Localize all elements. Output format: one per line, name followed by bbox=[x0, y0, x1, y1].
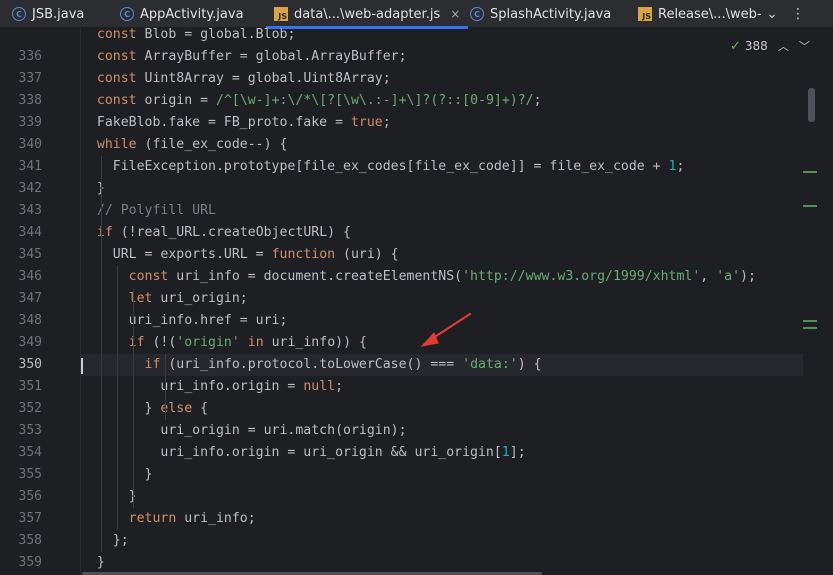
tab-label: JSB.java bbox=[32, 6, 85, 22]
code-line[interactable]: }; bbox=[81, 530, 803, 552]
tab-appactivity-java[interactable]: C AppActivity.java bbox=[120, 0, 244, 28]
code-line[interactable]: } bbox=[81, 464, 803, 486]
code-line[interactable]: if (!('origin' in uri_info)) { bbox=[81, 332, 803, 354]
tab-label: SplashActivity.java bbox=[490, 6, 612, 22]
tab-label: AppActivity.java bbox=[140, 6, 244, 22]
line-number: 356 bbox=[18, 489, 42, 504]
line-number-gutter[interactable]: 336 337 338 339 340 341 342 343 344 345 346 347 348 3… bbox=[0, 28, 80, 575]
line-number: 346 bbox=[18, 269, 42, 284]
code-line[interactable]: const Uint8Array = global.Uint8Array; bbox=[81, 68, 803, 90]
line-number: 342 bbox=[18, 181, 42, 196]
tab-web-adapter-js[interactable]: JS data\...\web-adapter.js × bbox=[265, 0, 469, 29]
line-number: 349 bbox=[18, 335, 42, 350]
code-line[interactable]: let uri_origin; bbox=[81, 288, 803, 310]
code-line[interactable]: const uri_info = document.createElementN… bbox=[81, 266, 803, 288]
tab-menu-icon[interactable]: ⋮ bbox=[788, 0, 808, 28]
code-line[interactable]: if (!real_URL.createObjectURL) { bbox=[81, 222, 803, 244]
code-line[interactable]: const ArrayBuffer = global.ArrayBuffer; bbox=[81, 46, 803, 68]
code-line[interactable]: uri_info.href = uri; bbox=[81, 310, 803, 332]
code-line[interactable]: uri_info.origin = null; bbox=[81, 376, 803, 398]
java-class-icon: C bbox=[470, 7, 484, 21]
code-line[interactable]: // Polyfill URL bbox=[81, 200, 803, 222]
code-line[interactable]: if (uri_info.protocol.toLowerCase() === … bbox=[81, 354, 803, 376]
code-line[interactable]: uri_origin = uri.match(origin); bbox=[81, 420, 803, 442]
line-number: 344 bbox=[18, 225, 42, 240]
line-number: 343 bbox=[18, 203, 42, 218]
code-line[interactable]: const origin = /^[\w-]+:\/*\[?[\w\.:-]+\… bbox=[81, 90, 803, 112]
code-line[interactable]: FileException.prototype[file_ex_codes[fi… bbox=[81, 156, 803, 178]
indent-guide bbox=[165, 354, 166, 420]
line-number: 352 bbox=[18, 401, 42, 416]
change-marker[interactable] bbox=[803, 327, 817, 329]
javascript-file-icon: JS bbox=[274, 7, 288, 21]
line-number: 339 bbox=[18, 115, 42, 130]
line-number: 359 bbox=[18, 555, 42, 570]
line-number: 336 bbox=[18, 49, 42, 64]
close-tab-icon[interactable]: × bbox=[450, 7, 460, 21]
javascript-file-icon: JS bbox=[638, 7, 652, 21]
tab-release-web[interactable]: JS Release\...\web- bbox=[638, 0, 762, 28]
text-caret bbox=[81, 358, 83, 374]
inspections-count: 388 bbox=[744, 39, 768, 53]
editor-tab-bar: C JSB.java C AppActivity.java JS data\..… bbox=[0, 0, 833, 29]
line-number bbox=[0, 24, 42, 46]
tab-label: data\...\web-adapter.js bbox=[294, 6, 441, 22]
java-class-icon: C bbox=[120, 7, 134, 21]
line-number: 355 bbox=[18, 467, 42, 482]
code-line[interactable]: FakeBlob.fake = FB_proto.fake = true; bbox=[81, 112, 803, 134]
code-line[interactable]: uri_info.origin = uri_origin && uri_orig… bbox=[81, 442, 803, 464]
show-hidden-tabs-chevron-icon[interactable]: ⌄ bbox=[762, 0, 782, 28]
previous-highlight-chevron-up-icon[interactable]: ︿ bbox=[778, 38, 789, 54]
change-marker[interactable] bbox=[803, 205, 817, 207]
code-line[interactable]: URL = exports.URL = function (uri) { bbox=[81, 244, 803, 266]
vertical-scrollbar-thumb[interactable] bbox=[808, 88, 815, 122]
line-number: 348 bbox=[18, 313, 42, 328]
scrollbar-track[interactable] bbox=[818, 28, 833, 575]
line-number: 353 bbox=[18, 423, 42, 438]
code-line[interactable]: } bbox=[81, 178, 803, 200]
line-number: 358 bbox=[18, 533, 42, 548]
line-number: 351 bbox=[18, 379, 42, 394]
line-number: 345 bbox=[18, 247, 42, 262]
code-line[interactable]: } bbox=[81, 552, 803, 574]
next-highlight-chevron-down-icon[interactable]: ﹀ bbox=[799, 38, 810, 54]
line-number: 350 bbox=[18, 357, 42, 372]
code-line[interactable]: } bbox=[81, 486, 803, 508]
tab-splashactivity-java[interactable]: C SplashActivity.java bbox=[470, 0, 611, 28]
code-line[interactable]: return uri_info; bbox=[81, 508, 803, 530]
line-number: 347 bbox=[18, 291, 42, 306]
line-number: 357 bbox=[18, 511, 42, 526]
code-line[interactable]: const Blob = global.Blob; bbox=[81, 28, 803, 46]
line-number: 337 bbox=[18, 71, 42, 86]
indent-guide bbox=[101, 156, 102, 552]
code-line[interactable]: while (file_ex_code--) { bbox=[81, 134, 803, 156]
line-number: 354 bbox=[18, 445, 42, 460]
indent-guide bbox=[117, 266, 118, 530]
change-marker[interactable] bbox=[803, 320, 817, 322]
line-number: 340 bbox=[18, 137, 42, 152]
tab-label: Release\...\web- bbox=[658, 6, 762, 22]
line-number: 341 bbox=[18, 159, 42, 174]
check-icon: ✓ bbox=[730, 38, 741, 54]
code-editor[interactable]: const Blob = global.Blob; const ArrayBuf… bbox=[81, 28, 803, 575]
inspections-widget[interactable]: ✓ 388 ︿ ﹀ bbox=[730, 36, 810, 56]
line-number: 338 bbox=[18, 93, 42, 108]
change-marker[interactable] bbox=[803, 171, 817, 173]
indent-guide bbox=[133, 288, 134, 508]
code-line[interactable]: } else { bbox=[81, 398, 803, 420]
java-class-icon: C bbox=[12, 7, 26, 21]
